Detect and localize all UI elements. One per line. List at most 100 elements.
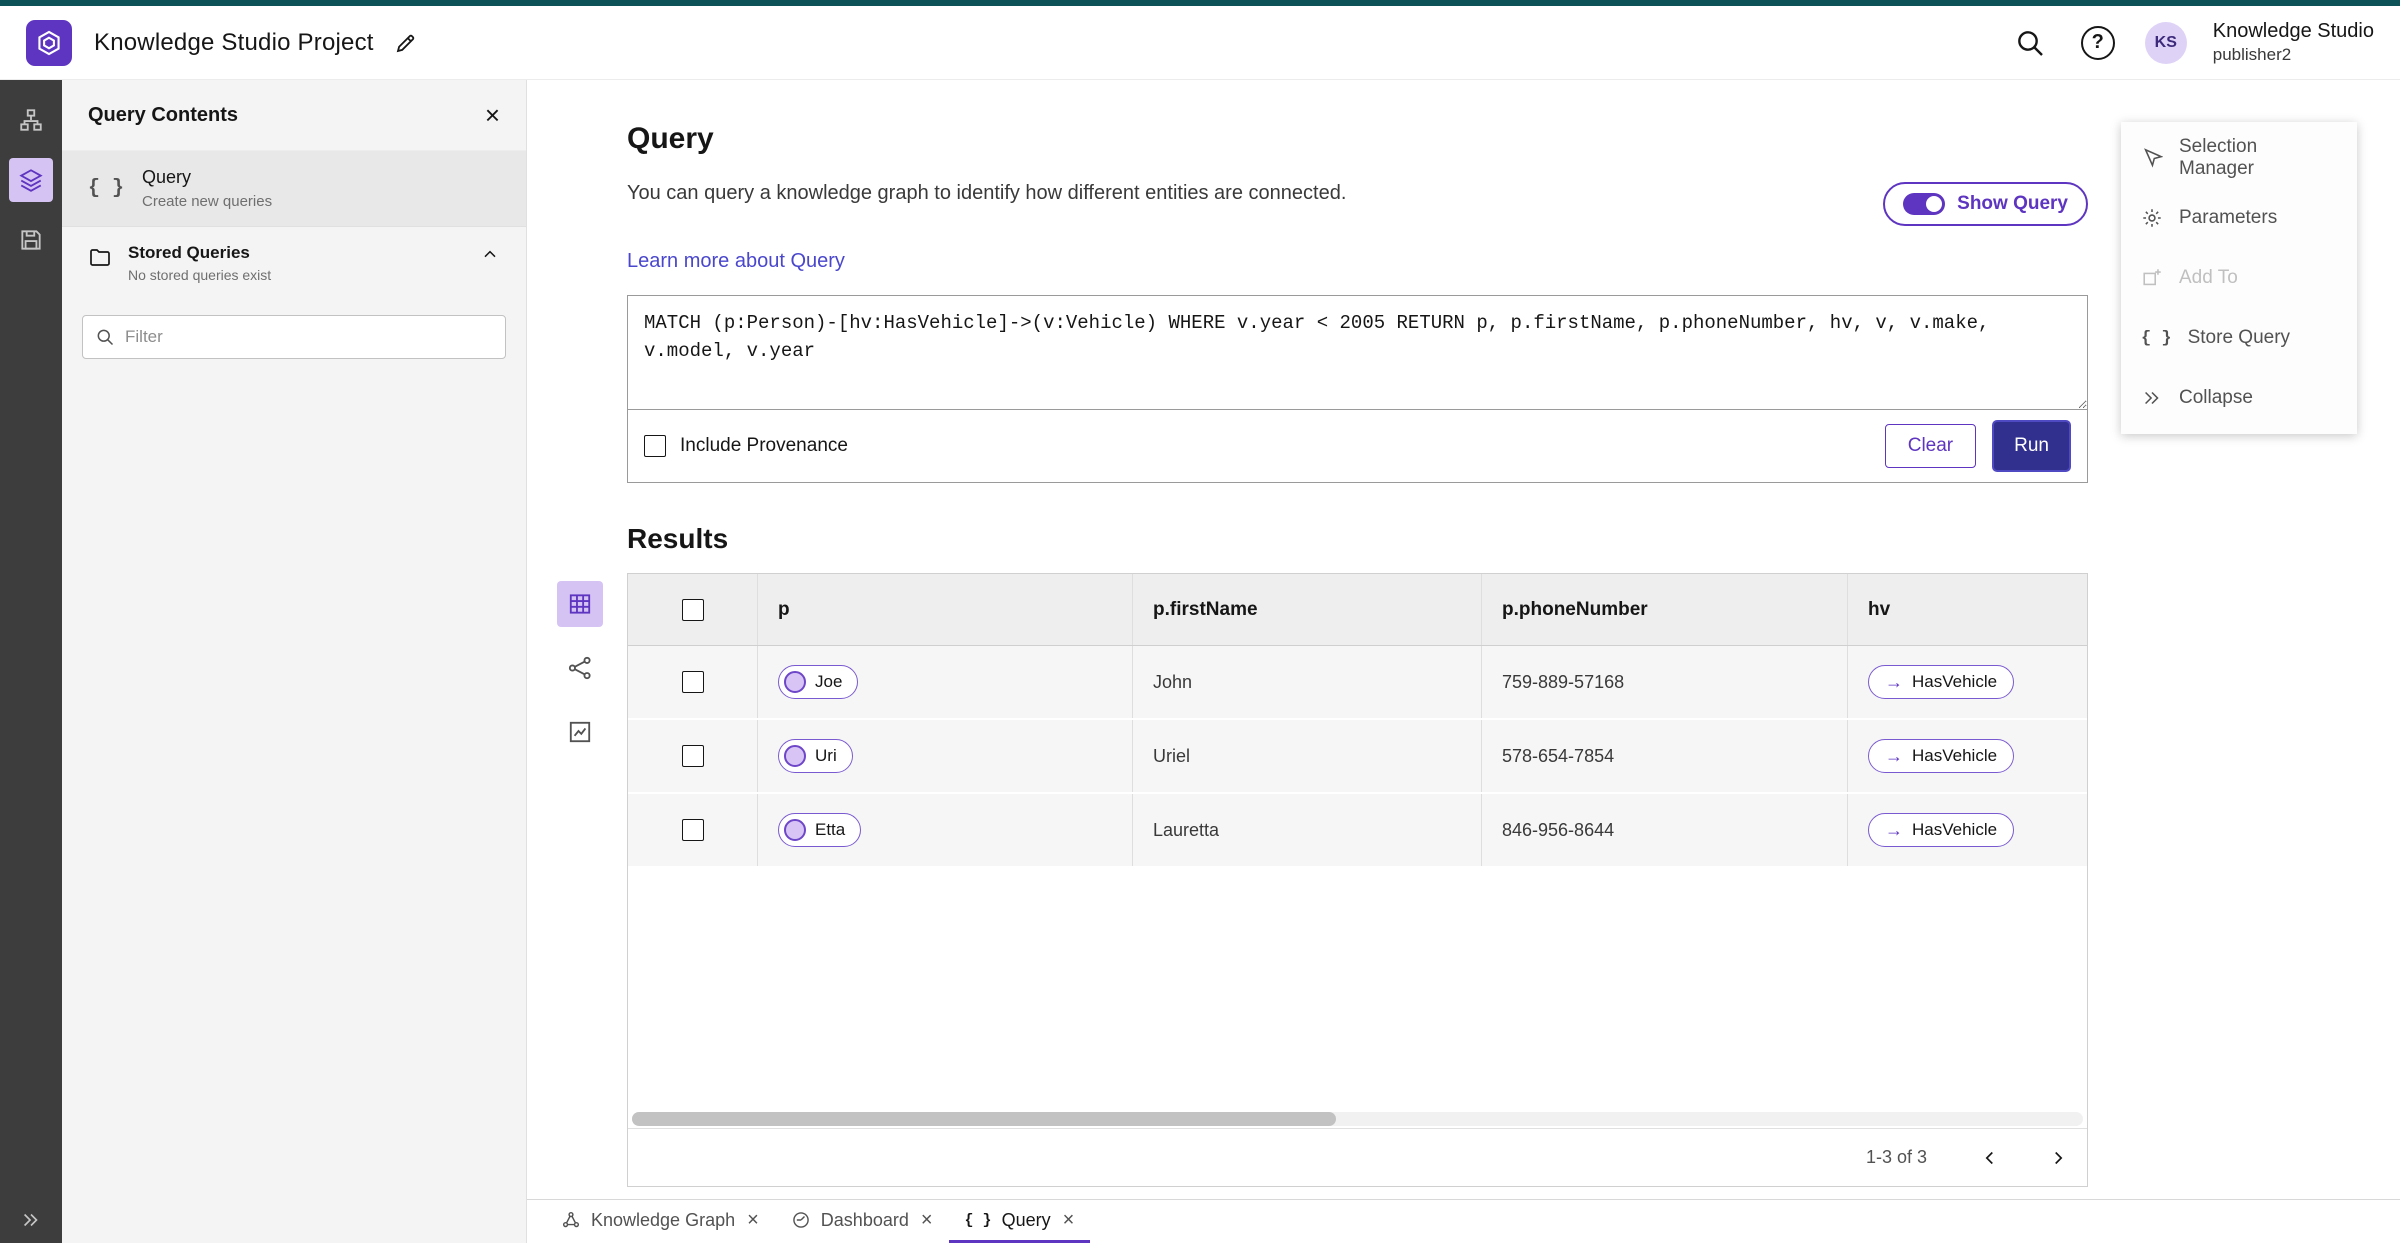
edge-label: HasVehicle: [1912, 672, 1998, 691]
collapse-icon: [2145, 391, 2159, 405]
graph-view-icon[interactable]: [557, 645, 603, 691]
menu-item-label: Add To: [2179, 267, 2238, 288]
gear-icon: [2143, 209, 2161, 227]
select-all-checkbox[interactable]: [681, 598, 704, 621]
close-icon[interactable]: ×: [921, 1210, 933, 1230]
next-page-icon[interactable]: [2035, 1135, 2081, 1181]
chevron-up-icon[interactable]: [480, 243, 500, 268]
node-label: Joe: [815, 672, 843, 691]
table-row: Joe John 759-889-57168 → HasVehicle: [628, 646, 2087, 720]
close-icon[interactable]: ×: [747, 1210, 759, 1230]
cell-phone-number: 846-956-8644: [1482, 794, 1848, 866]
close-icon[interactable]: ×: [1063, 1210, 1075, 1230]
app-name: Knowledge Studio: [2212, 20, 2374, 43]
cell-phone-number: 759-889-57168: [1482, 646, 1848, 718]
node-pill[interactable]: Uri: [778, 739, 853, 773]
sidebar-item-query[interactable]: { } Query Create new queries: [62, 150, 526, 226]
column-header-hv[interactable]: hv: [1848, 574, 2087, 645]
previous-page-icon[interactable]: [1967, 1135, 2013, 1181]
edge-label: HasVehicle: [1912, 746, 1998, 765]
tab-knowledge-graph[interactable]: Knowledge Graph ×: [545, 1200, 775, 1243]
query-editor[interactable]: MATCH (p:Person)-[hv:HasVehicle]->(v:Veh…: [628, 296, 2087, 410]
edge-pill[interactable]: → HasVehicle: [1868, 739, 2015, 773]
include-provenance-checkbox[interactable]: [644, 435, 666, 457]
menu-item-selection-manager[interactable]: Selection Manager: [2121, 128, 2357, 188]
run-button[interactable]: Run: [1992, 420, 2071, 472]
stored-queries-label: Stored Queries: [128, 243, 250, 262]
horizontal-scrollbar[interactable]: [632, 1112, 2083, 1126]
layers-icon[interactable]: [9, 158, 53, 202]
menu-item-collapse[interactable]: Collapse: [2121, 368, 2357, 428]
include-provenance-label: Include Provenance: [680, 435, 848, 456]
edge-pill[interactable]: → HasVehicle: [1868, 813, 2015, 847]
header-actions: ? KS Knowledge Studio publisher2: [2009, 19, 2374, 65]
query-description: You can query a knowledge graph to ident…: [627, 182, 1347, 204]
stored-queries-empty-text: No stored queries exist: [128, 267, 272, 283]
close-icon[interactable]: ×: [485, 102, 500, 128]
braces-icon: { }: [2141, 328, 2172, 348]
tab-dashboard[interactable]: Dashboard ×: [775, 1200, 949, 1243]
column-header-p[interactable]: p: [758, 574, 1133, 645]
app-logo-icon[interactable]: [26, 19, 72, 66]
hierarchy-icon[interactable]: [9, 98, 53, 142]
menu-item-parameters[interactable]: Parameters: [2121, 188, 2357, 248]
braces-icon: { }: [964, 1211, 992, 1229]
left-icon-rail: [0, 80, 62, 1243]
scrollbar-thumb[interactable]: [632, 1112, 1336, 1126]
result-view-switcher: [557, 581, 603, 755]
node-label: Etta: [815, 820, 846, 839]
clear-button[interactable]: Clear: [1884, 424, 1977, 468]
bottom-tab-bar: Knowledge Graph × Dashboard × { } Query …: [527, 1199, 2400, 1243]
avatar[interactable]: KS: [2144, 21, 2187, 64]
dashboard-icon: [793, 1212, 809, 1228]
node-pill[interactable]: Joe: [778, 665, 859, 699]
menu-item-label: Collapse: [2179, 387, 2253, 408]
node-icon: [784, 745, 806, 767]
help-icon[interactable]: ?: [2077, 22, 2119, 64]
results-title: Results: [627, 523, 729, 554]
graph-icon: [562, 1211, 580, 1228]
save-icon[interactable]: [9, 218, 53, 262]
arrow-right-icon: →: [1885, 672, 1903, 692]
show-query-toggle[interactable]: Show Query: [1883, 182, 2088, 226]
row-checkbox[interactable]: [681, 671, 704, 693]
main-content: Query You can query a knowledge graph to…: [527, 80, 2400, 1199]
tab-label: Knowledge Graph: [591, 1209, 736, 1230]
search-icon[interactable]: [2009, 22, 2051, 64]
filter-input[interactable]: [125, 327, 493, 347]
cell-phone-number: 578-654-7854: [1482, 720, 1848, 792]
node-pill[interactable]: Etta: [778, 813, 862, 847]
menu-item-add-to: Add To: [2121, 248, 2357, 308]
node-icon: [784, 819, 806, 841]
add-to-icon: [2143, 269, 2161, 286]
menu-item-store-query[interactable]: { } Store Query: [2121, 308, 2357, 368]
learn-more-link[interactable]: Learn more about Query: [627, 250, 845, 273]
query-contents-panel: Query Contents × { } Query Create new qu…: [62, 80, 527, 1243]
query-box: MATCH (p:Person)-[hv:HasVehicle]->(v:Veh…: [627, 295, 2088, 483]
query-item-label: Query: [142, 167, 192, 187]
column-header-phonenumber[interactable]: p.phoneNumber: [1482, 574, 1848, 645]
row-checkbox[interactable]: [681, 819, 704, 841]
column-header-firstname[interactable]: p.firstName: [1133, 574, 1482, 645]
stored-queries-section[interactable]: Stored Queries No stored queries exist: [62, 226, 526, 299]
table-pagination: 1-3 of 3: [628, 1128, 2087, 1186]
tab-query[interactable]: { } Query ×: [948, 1200, 1091, 1243]
user-block: Knowledge Studio publisher2: [2213, 19, 2374, 65]
table-empty-area: [628, 868, 2087, 1110]
app-header: Knowledge Studio Project ? KS Knowledge …: [0, 6, 2400, 80]
filter-field: [82, 315, 506, 359]
edit-title-icon[interactable]: [394, 31, 418, 55]
table-row: Uri Uriel 578-654-7854 → HasVehicle: [628, 720, 2087, 794]
query-actions-menu: Selection Manager Parameters Add To { } …: [2121, 122, 2357, 434]
pagination-range: 1-3 of 3: [1865, 1147, 1927, 1167]
panel-title: Query Contents: [88, 103, 239, 126]
project-title: Knowledge Studio Project: [94, 28, 374, 56]
row-checkbox[interactable]: [681, 745, 704, 767]
expand-panel-icon[interactable]: [0, 1209, 62, 1231]
arrow-right-icon: →: [1885, 746, 1903, 766]
cell-first-name: Lauretta: [1133, 794, 1482, 866]
table-view-icon[interactable]: [557, 581, 603, 627]
arrow-right-icon: →: [1885, 820, 1903, 840]
edge-pill[interactable]: → HasVehicle: [1868, 665, 2015, 699]
chart-view-icon[interactable]: [557, 709, 603, 755]
